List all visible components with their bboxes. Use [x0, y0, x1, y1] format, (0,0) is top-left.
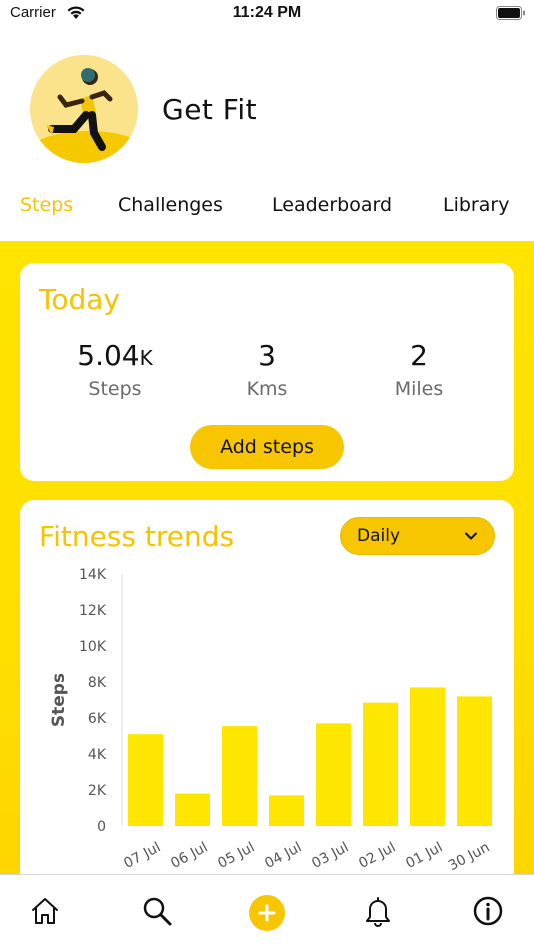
avatar: [30, 55, 138, 163]
fitness-trends-card: Fitness trends Daily 0 2K 4K 6K 8K 10K 12K 14K S…: [20, 500, 514, 874]
status-time: 11:24 PM: [232, 4, 302, 21]
stat-steps: 5.04K Steps: [40, 339, 190, 400]
today-title: Today: [39, 283, 120, 316]
y-axis-label: Steps: [49, 673, 69, 727]
chart-bar: [363, 702, 398, 826]
trends-title: Fitness trends: [39, 520, 235, 553]
chart-bar: [457, 696, 492, 826]
stat-kms-label: Kms: [246, 378, 288, 400]
stat-kms: 3 Kms: [192, 339, 342, 400]
x-tick-label: 01 Jul: [403, 839, 445, 872]
status-bar: Carrier 11:24 PM: [0, 0, 534, 30]
runner-illustration: [30, 55, 138, 163]
chart-bar: [222, 726, 257, 826]
y-tick-label: 4K: [88, 747, 107, 763]
stat-miles-value: 2: [410, 339, 428, 372]
stat-kms-value: 3: [258, 339, 276, 372]
stat-steps-label: Steps: [88, 378, 142, 400]
app-title: Get Fit: [162, 93, 258, 126]
search-icon[interactable]: [141, 895, 173, 927]
stat-steps-value: 5.04K: [40, 339, 190, 372]
stat-miles-label: Miles: [394, 378, 444, 400]
x-tick-label: 04 Jul: [262, 839, 304, 872]
tab-bar: Steps Challenges Leaderboard Library: [0, 186, 534, 230]
y-tick-label: 12K: [79, 603, 107, 619]
y-tick-label: 6K: [88, 711, 107, 727]
info-icon[interactable]: [472, 895, 504, 927]
chevron-down-icon: [465, 532, 477, 540]
chart-bar: [269, 795, 304, 826]
chart-bar: [128, 734, 163, 826]
period-selected-value: Daily: [357, 526, 401, 546]
x-tick-label: 30 Jun: [446, 839, 492, 874]
steps-value: 5.04: [77, 339, 140, 372]
y-tick-label: 14K: [79, 567, 107, 583]
period-dropdown[interactable]: Daily: [340, 517, 495, 555]
tab-library[interactable]: Library: [443, 194, 509, 216]
steps-bar-chart: 0 2K 4K 6K 8K 10K 12K 14K Steps 07 Jul 06 Jul 05 Ju…: [49, 567, 492, 874]
x-tick-label: 05 Jul: [215, 839, 257, 872]
steps-unit: K: [139, 346, 153, 370]
x-tick-label: 07 Jul: [121, 839, 163, 872]
y-tick-label: 0: [97, 819, 106, 835]
bottom-nav: [0, 874, 534, 950]
x-tick-label: 02 Jul: [356, 839, 398, 872]
home-icon[interactable]: [29, 895, 61, 927]
add-button[interactable]: [249, 895, 285, 931]
tab-leaderboard[interactable]: Leaderboard: [272, 194, 392, 216]
chart-bar: [410, 687, 445, 826]
x-tick-label: 03 Jul: [309, 839, 351, 872]
plus-icon: [258, 904, 276, 922]
main-content[interactable]: Today 5.04K Steps 3 Kms 2 Miles Add step…: [0, 241, 534, 874]
chart-bar: [316, 723, 351, 826]
battery-icon: [496, 6, 525, 20]
bell-icon[interactable]: [362, 895, 394, 927]
chart-bar: [175, 793, 210, 826]
tab-challenges[interactable]: Challenges: [118, 194, 223, 216]
app-header: Get Fit: [0, 55, 534, 167]
x-tick-label: 06 Jul: [168, 839, 210, 872]
y-tick-label: 2K: [88, 783, 107, 799]
stat-miles: 2 Miles: [344, 339, 494, 400]
add-steps-button[interactable]: Add steps: [190, 425, 344, 469]
y-tick-label: 10K: [79, 639, 107, 655]
today-card: Today 5.04K Steps 3 Kms 2 Miles Add step…: [20, 263, 514, 481]
tab-steps[interactable]: Steps: [20, 194, 73, 216]
y-tick-label: 8K: [88, 675, 107, 691]
